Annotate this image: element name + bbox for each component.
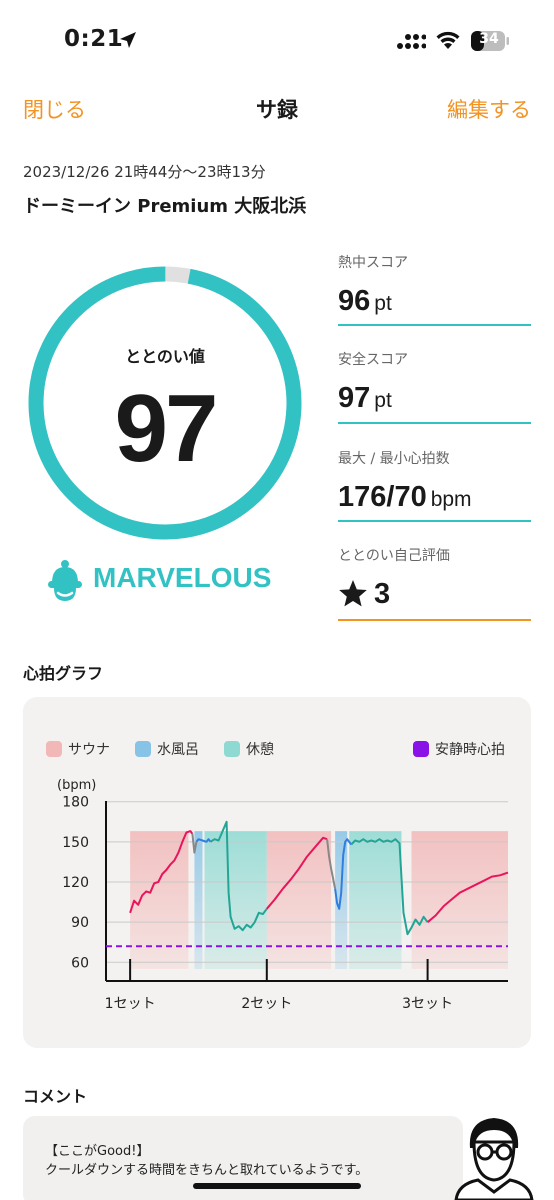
score-heat: 熱中スコア 96 pt xyxy=(338,252,531,326)
score-value: 176/70 xyxy=(338,481,427,513)
totonoi-rank: MARVELOUS xyxy=(93,562,272,593)
heart-rate-graph-title: 心拍グラフ xyxy=(23,664,104,683)
x-tick-label: 1セット xyxy=(105,996,156,1012)
score-divider xyxy=(338,619,531,621)
totonoi-label: ととのい値 xyxy=(125,347,205,366)
comment-heading: 【ここがGood!】 xyxy=(45,1144,150,1159)
comment-text: クールダウンする時間をきちんと取れているようです。 xyxy=(45,1163,369,1178)
score-heart-rate: 最大 / 最小心拍数 176/70 bpm xyxy=(338,448,531,522)
phase-band-sauna xyxy=(266,831,332,969)
score-self-rating[interactable]: ととのい自己評価 3 xyxy=(338,545,531,621)
phase-band-water xyxy=(194,831,203,969)
y-tick-label: 90 xyxy=(71,915,89,931)
status-bar: 0:21 34 xyxy=(0,0,554,84)
session-place: ドーミーイン Premium 大阪北浜 xyxy=(23,196,307,217)
score-value: 97 xyxy=(338,382,371,414)
totonoi-value: 97 xyxy=(114,375,219,482)
comment-title: コメント xyxy=(23,1087,88,1106)
location-arrow-icon xyxy=(120,32,136,48)
score-divider xyxy=(338,520,531,522)
score-unit: bpm xyxy=(430,488,472,511)
wifi-icon xyxy=(436,31,460,49)
score-label: 安全スコア xyxy=(338,352,408,368)
score-divider xyxy=(338,422,531,424)
heart-rate-chart: 180 150 120 90 60 (bpm) 1セット 2セット 3セット xyxy=(57,778,509,1012)
score-unit: pt xyxy=(374,292,392,315)
battery-percent: 34 xyxy=(479,31,499,47)
score-label: 最大 / 最小心拍数 xyxy=(338,451,450,467)
score-unit: pt xyxy=(374,389,392,412)
score-divider xyxy=(338,324,531,326)
status-time: 0:21 xyxy=(64,26,124,52)
advisor-avatar-icon xyxy=(454,1118,534,1200)
score-label: 熱中スコア xyxy=(338,255,408,271)
score-value: 3 xyxy=(374,578,391,610)
score-value: 96 xyxy=(338,285,371,317)
y-tick-label: 60 xyxy=(71,955,89,971)
score-safety: 安全スコア 97 pt xyxy=(338,349,531,424)
edit-button[interactable]: 編集する xyxy=(447,94,531,124)
sauna-hat-icon xyxy=(48,560,82,601)
x-tick-label: 2セット xyxy=(241,996,292,1012)
y-tick-label: 150 xyxy=(62,835,89,851)
session-datetime: 2023/12/26 21時44分〜23時13分 xyxy=(23,163,266,181)
y-tick-label: 180 xyxy=(62,795,89,811)
star-icon xyxy=(339,580,367,607)
home-indicator xyxy=(193,1183,361,1189)
x-tick-label: 3セット xyxy=(402,996,453,1012)
y-tick-label: 120 xyxy=(62,875,89,891)
phase-band-rest xyxy=(349,831,402,969)
score-label: ととのい自己評価 xyxy=(338,548,450,564)
phase-band-sauna xyxy=(411,831,508,969)
cellular-signal-icon xyxy=(397,34,426,49)
y-axis-label: (bpm) xyxy=(57,778,96,793)
phase-band-rest xyxy=(204,831,267,969)
